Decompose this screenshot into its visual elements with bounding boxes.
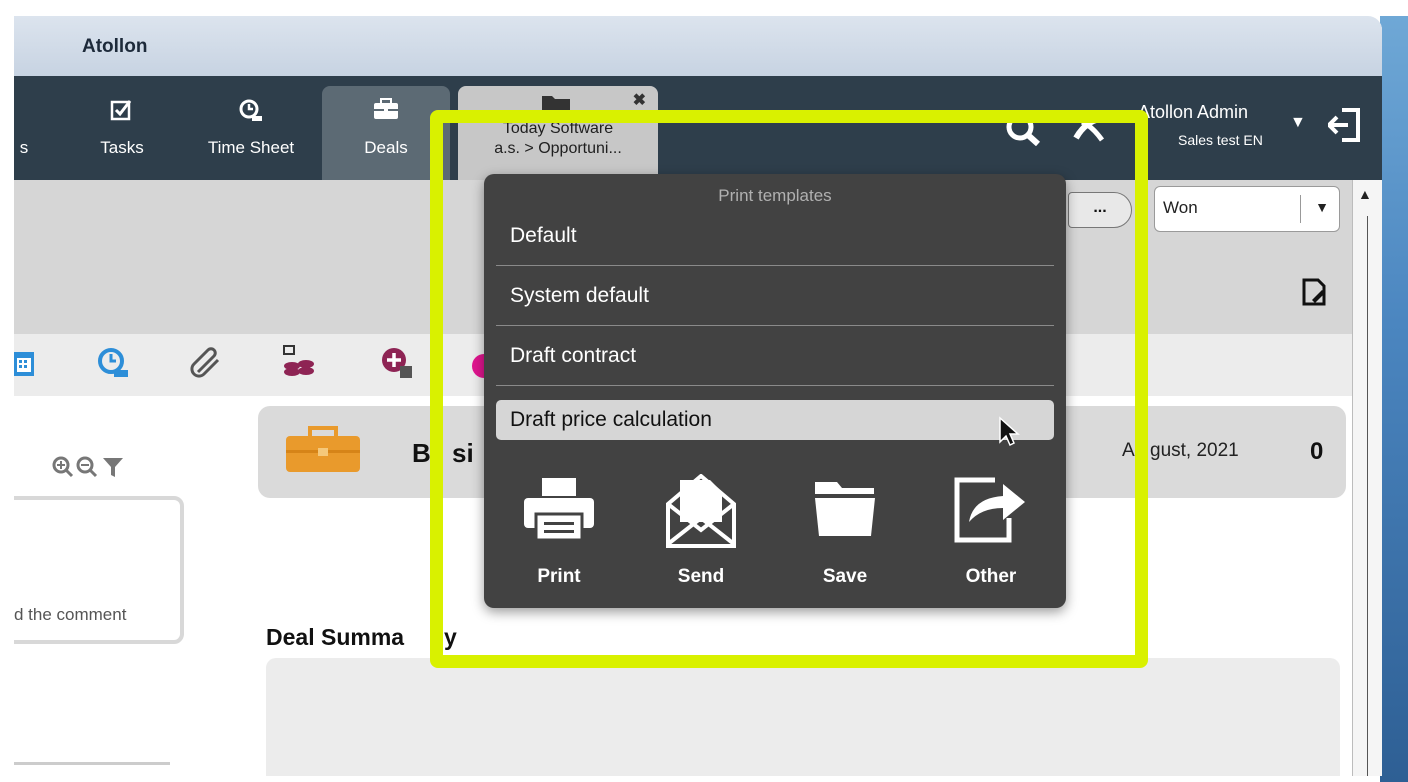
logout-icon[interactable] <box>1326 106 1362 149</box>
zoom-out-icon[interactable] <box>76 456 98 483</box>
divider <box>14 762 170 765</box>
filter-icon[interactable] <box>102 456 124 483</box>
close-icon[interactable]: ✖ <box>633 90 646 110</box>
deal-summary-title: Deal Summa <box>266 624 405 650</box>
clock-user-icon <box>238 98 264 129</box>
status-value: Won <box>1163 198 1198 217</box>
nav-item-tasks[interactable]: Tasks <box>76 76 168 180</box>
expense-icon[interactable] <box>282 344 316 385</box>
nav-item-timesheet[interactable]: Time Sheet <box>194 76 308 180</box>
zoom-in-icon[interactable] <box>52 456 74 483</box>
nav-item-partial[interactable]: s <box>14 76 34 180</box>
calendar-icon[interactable] <box>14 348 36 383</box>
timesheet-icon[interactable] <box>96 346 130 385</box>
user-menu-arrow[interactable]: ▼ <box>1290 114 1306 132</box>
highlight-annotation <box>430 110 1148 668</box>
scrollbar-track <box>1367 216 1368 776</box>
nav-item-label: Time Sheet <box>207 138 295 157</box>
user-name[interactable]: Atollon Admin <box>1138 102 1248 123</box>
scroll-up-arrow[interactable]: ▲ <box>1358 186 1372 202</box>
user-context: Sales test EN <box>1178 132 1263 148</box>
nav-item-label: s <box>19 138 29 157</box>
screen-top-border <box>0 0 1408 16</box>
chevron-down-icon: ▼ <box>1315 199 1329 215</box>
checkbox-icon <box>110 98 134 127</box>
edit-document-icon[interactable] <box>1302 278 1328 311</box>
app-window: Atollon s Tasks Time Sheet Deals ✖ Today… <box>14 16 1382 776</box>
status-select[interactable]: Won ▼ <box>1154 186 1340 232</box>
attachment-icon[interactable] <box>190 346 224 385</box>
deal-name: B <box>412 438 431 468</box>
briefcase-icon <box>373 98 399 125</box>
briefcase-icon <box>284 426 362 479</box>
deal-date-tail: gust, 2021 <box>1150 440 1239 461</box>
select-divider <box>1300 195 1301 223</box>
desktop-background <box>1380 16 1408 782</box>
deal-summary-box <box>266 658 1340 776</box>
deal-amount: 0 <box>1310 438 1324 465</box>
add-price-icon[interactable] <box>380 346 414 385</box>
comment-placeholder: d the comment <box>14 605 127 624</box>
title-bar: Atollon <box>14 16 1382 76</box>
nav-item-label: Tasks <box>100 138 144 157</box>
app-title: Atollon <box>82 36 148 57</box>
